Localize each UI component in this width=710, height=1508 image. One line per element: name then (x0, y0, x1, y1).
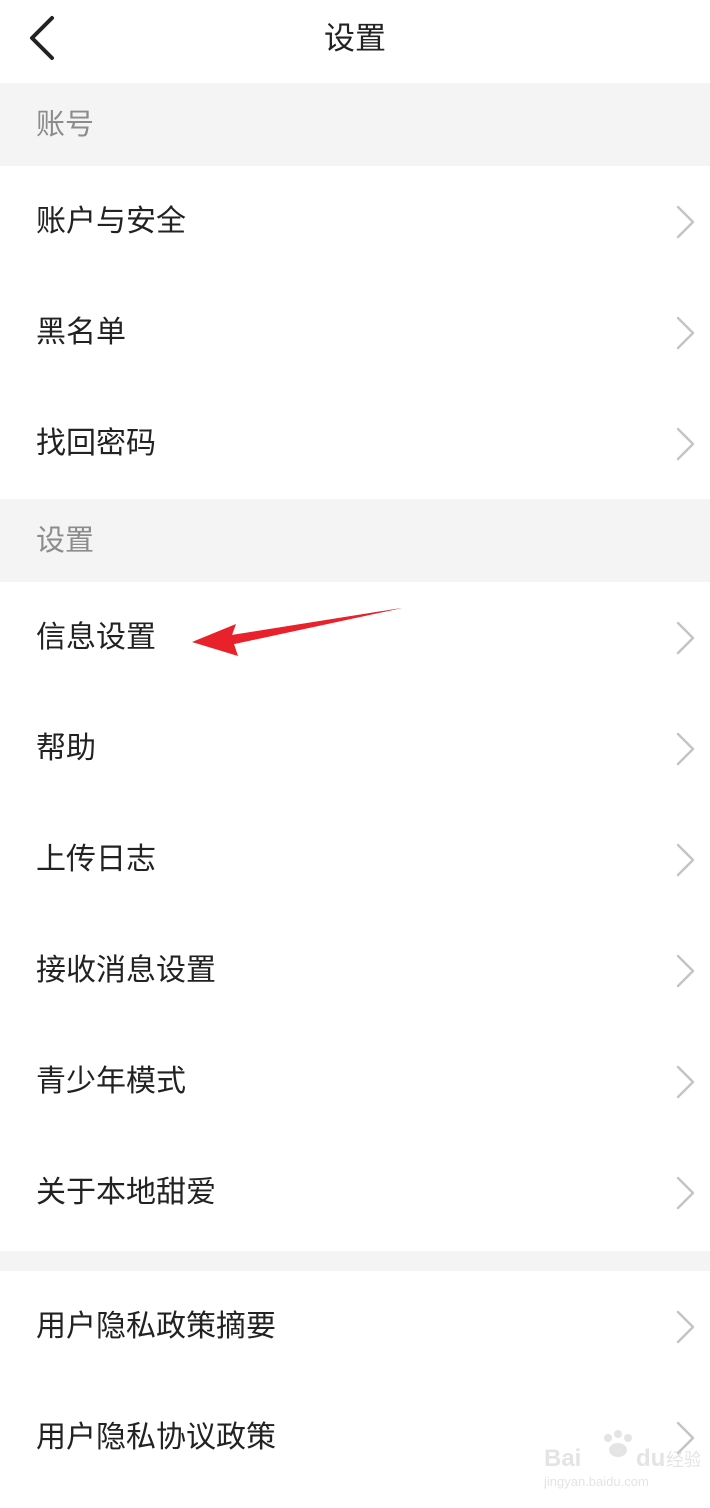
chevron-right-icon (676, 427, 695, 461)
list-item-message-settings[interactable]: 接收消息设置 (0, 915, 710, 1026)
page-title: 设置 (324, 21, 386, 57)
chevron-right-icon (676, 732, 695, 766)
section-header-account: 账号 (0, 83, 710, 166)
section-header-label: 账号 (36, 107, 95, 141)
list-item-label: 接收消息设置 (36, 953, 216, 988)
chevron-right-icon (676, 205, 695, 239)
list-item-label: 用户隐私政策摘要 (36, 1309, 276, 1344)
svg-text:jingyan.baidu.com: jingyan.baidu.com (543, 1474, 649, 1489)
top-bar: 设置 (0, 0, 710, 83)
list-item-help[interactable]: 帮助 (0, 693, 710, 804)
chevron-right-icon (676, 954, 695, 988)
list-item-label: 青少年模式 (36, 1064, 186, 1099)
list-item-label: 帮助 (36, 731, 96, 766)
chevron-right-icon (676, 316, 695, 350)
svg-text:Bai: Bai (544, 1445, 581, 1472)
section-divider (0, 1251, 710, 1271)
list-item-label: 上传日志 (36, 842, 156, 877)
list-item-privacy-summary[interactable]: 用户隐私政策摘要 (0, 1271, 710, 1382)
chevron-right-icon (676, 1065, 695, 1099)
annotation-arrow-icon (192, 608, 402, 656)
list-item-label: 找回密码 (36, 426, 156, 461)
chevron-right-icon (676, 1176, 695, 1210)
svg-text:经验: 经验 (666, 1450, 700, 1471)
list-item-label: 黑名单 (36, 315, 126, 350)
list-item-about[interactable]: 关于本地甜爱 (0, 1137, 710, 1248)
list-item-account-security[interactable]: 账户与安全 (0, 166, 710, 277)
section-header-label: 设置 (36, 523, 95, 557)
list-item-label: 账户与安全 (36, 204, 186, 239)
section-header-settings: 设置 (0, 499, 710, 582)
list-item-upload-log[interactable]: 上传日志 (0, 804, 710, 915)
list-item-label: 用户隐私协议政策 (36, 1420, 276, 1455)
list-item-teen-mode[interactable]: 青少年模式 (0, 1026, 710, 1137)
list-item-label: 关于本地甜爱 (36, 1175, 216, 1210)
chevron-right-icon (676, 1310, 695, 1344)
chevron-right-icon (676, 621, 695, 655)
list-item-blacklist[interactable]: 黑名单 (0, 277, 710, 388)
svg-text:du: du (636, 1445, 665, 1472)
chevron-right-icon (676, 843, 695, 877)
baidu-jingyan-watermark-icon: Bai du 经验 jingyan.baidu.com (543, 1430, 700, 1489)
list-item-label: 信息设置 (36, 620, 156, 655)
list-item-recover-password[interactable]: 找回密码 (0, 388, 710, 499)
